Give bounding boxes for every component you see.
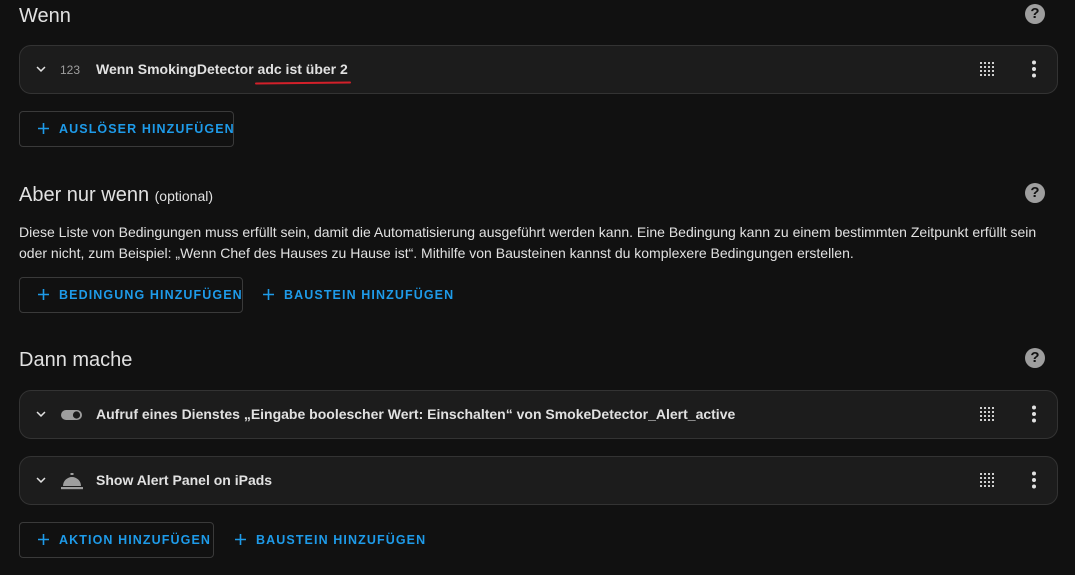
add-condition-label: BEDINGUNG HINZUFÜGEN	[59, 288, 243, 302]
drag-handle-icon[interactable]	[980, 62, 994, 76]
add-condition-block-label: BAUSTEIN HINZUFÜGEN	[284, 288, 455, 302]
add-action-label: AKTION HINZUFÜGEN	[59, 533, 212, 547]
action-card[interactable]: Show Alert Panel on iPads	[19, 456, 1058, 505]
add-action-button[interactable]: AKTION HINZUFÜGEN	[19, 522, 214, 558]
chevron-down-icon[interactable]	[32, 60, 50, 78]
trigger-title-prefix: Wenn SmokingDetector	[96, 61, 258, 77]
plus-icon	[38, 123, 49, 134]
conditions-section-title: Aber nur wenn (optional)	[19, 183, 213, 208]
bell-concierge-icon	[61, 473, 83, 490]
plus-icon	[38, 534, 49, 545]
plus-icon	[263, 289, 274, 300]
action-card[interactable]: Aufruf eines Dienstes „Eingabe boolesche…	[19, 390, 1058, 439]
automation-editor: Wenn ? 123 Wenn SmokingDetector adc ist …	[0, 0, 1075, 575]
trigger-title-highlight: adc ist über 2	[257, 61, 348, 77]
triggers-section-title: Wenn	[19, 4, 71, 28]
help-icon[interactable]: ?	[1025, 348, 1045, 368]
add-action-block-label: BAUSTEIN HINZUFÜGEN	[256, 533, 427, 547]
add-condition-button[interactable]: BEDINGUNG HINZUFÜGEN	[19, 277, 243, 313]
optional-label: (optional)	[154, 188, 214, 204]
chevron-down-icon[interactable]	[32, 471, 50, 489]
more-vertical-icon[interactable]	[1028, 405, 1040, 423]
actions-section-title: Dann mache	[19, 348, 132, 372]
conditions-description: Diese Liste von Bedingungen muss erfüllt…	[19, 224, 1037, 261]
chevron-down-icon[interactable]	[32, 405, 50, 423]
drag-handle-icon[interactable]	[980, 407, 994, 421]
toggle-switch-icon	[61, 410, 82, 420]
actions-title-text: Dann mache	[19, 349, 133, 371]
numeric-icon: 123	[60, 63, 81, 77]
more-vertical-icon[interactable]	[1028, 60, 1040, 78]
add-condition-block-button[interactable]: BAUSTEIN HINZUFÜGEN	[244, 277, 471, 313]
add-trigger-button[interactable]: AUSLÖSER HINZUFÜGEN	[19, 111, 234, 147]
trigger-title: Wenn SmokingDetector adc ist über 2	[96, 60, 348, 78]
help-icon[interactable]: ?	[1025, 4, 1045, 24]
plus-icon	[235, 534, 246, 545]
action-title: Show Alert Panel on iPads	[96, 472, 273, 488]
plus-icon	[38, 289, 49, 300]
action-title: Aufruf eines Dienstes „Eingabe boolesche…	[96, 406, 736, 422]
add-action-block-button[interactable]: BAUSTEIN HINZUFÜGEN	[216, 522, 443, 558]
trigger-card[interactable]: 123 Wenn SmokingDetector adc ist über 2	[19, 45, 1058, 94]
drag-handle-icon[interactable]	[980, 473, 994, 487]
help-icon[interactable]: ?	[1025, 183, 1045, 203]
triggers-title-text: Wenn	[19, 5, 71, 27]
conditions-title-text: Aber nur wenn	[19, 184, 150, 206]
more-vertical-icon[interactable]	[1028, 471, 1040, 489]
add-trigger-label: AUSLÖSER HINZUFÜGEN	[59, 122, 235, 136]
